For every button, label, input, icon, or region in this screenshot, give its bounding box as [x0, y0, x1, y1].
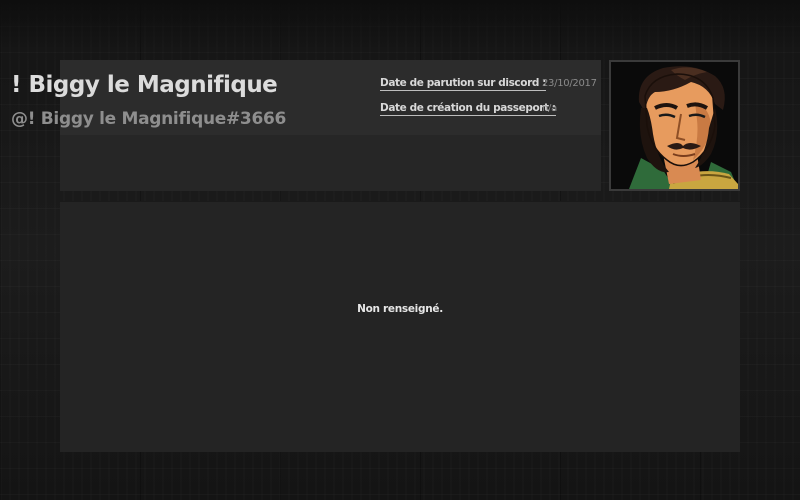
bio-panel: Non renseigné. [60, 201, 740, 452]
profile-discord-tag: @! Biggy le Magnifique#3666 [11, 109, 287, 129]
page-top-shadow [0, 0, 800, 48]
passport-creation-date-label: Date de création du passeport : [380, 102, 556, 116]
profile-display-name: ! Biggy le Magnifique [11, 72, 278, 98]
discord-join-date-value: 23/10/2017 [542, 78, 597, 89]
character-portrait-icon [611, 62, 738, 189]
bio-text: Non renseigné. [357, 303, 443, 315]
passport-creation-date-value: n/a [542, 103, 557, 114]
avatar [609, 60, 740, 191]
discord-join-date-label: Date de parution sur discord : [380, 77, 547, 91]
